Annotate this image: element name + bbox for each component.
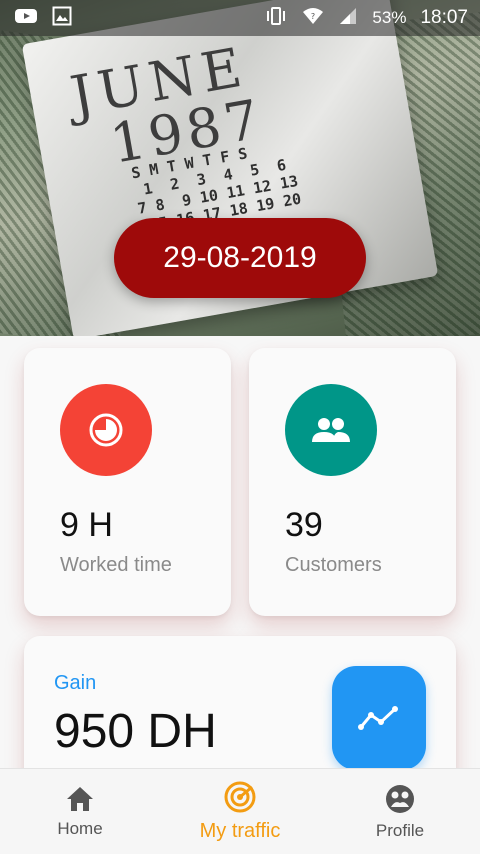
gain-label: Gain — [54, 672, 97, 694]
nav-label-my-traffic: My traffic — [199, 820, 281, 842]
vibrate-icon — [264, 6, 288, 31]
customers-label: Customers — [285, 554, 382, 576]
hero-banner: JUNE 1987 S M T W T F S 1 2 3 4 5 6 7 8 … — [0, 0, 480, 336]
home-icon — [67, 786, 93, 811]
customers-value: 39 — [285, 506, 323, 544]
svg-text:?: ? — [311, 12, 315, 21]
nav-item-home[interactable]: Home — [0, 769, 160, 854]
worked-time-label: Worked time — [60, 554, 172, 576]
trend-button[interactable] — [332, 666, 426, 770]
wifi-icon: ? — [302, 7, 324, 30]
status-bar: ? 53% 18:07 — [0, 0, 480, 36]
pie-clock-icon — [60, 384, 152, 476]
signal-icon — [338, 6, 358, 31]
trending-icon — [358, 706, 398, 730]
nav-item-my-traffic[interactable]: My traffic — [160, 769, 320, 854]
worked-time-card[interactable]: 9 H Worked time — [24, 348, 231, 616]
youtube-icon — [14, 7, 38, 30]
image-icon — [52, 6, 72, 31]
gain-value: 950 DH — [54, 705, 217, 758]
traffic-icon — [224, 781, 256, 813]
worked-time-value: 9 H — [60, 506, 113, 544]
date-pill[interactable]: 29-08-2019 — [114, 218, 366, 298]
profile-icon — [386, 784, 414, 813]
bottom-navigation: Home My traffic Profile — [0, 768, 480, 854]
clock-time: 18:07 — [420, 7, 468, 28]
nav-label-profile: Profile — [375, 820, 425, 840]
customers-card[interactable]: 39 Customers — [249, 348, 456, 616]
people-icon — [285, 384, 377, 476]
nav-label-home: Home — [57, 818, 103, 838]
battery-percent: 53% — [372, 8, 407, 27]
nav-item-profile[interactable]: Profile — [320, 769, 480, 854]
